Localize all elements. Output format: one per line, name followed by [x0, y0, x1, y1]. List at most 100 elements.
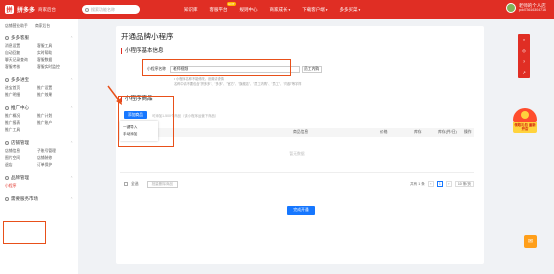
- brand-logo[interactable]: 拼 拼多多 商家后台: [0, 5, 70, 14]
- highlight-goods-section: [118, 96, 174, 147]
- nav-rules[interactable]: 规则中心: [240, 7, 258, 13]
- chevron-down-icon: ▾: [325, 7, 328, 12]
- highlight-brand-menu: [3, 221, 46, 244]
- page-size-select[interactable]: 10 条/页: [454, 181, 474, 187]
- user-id: pdd73616304716: [518, 8, 546, 12]
- sidebar-section-promotion: 推广中心 ⌃ 推广概况 推广计划 推广报表 推广账户 推广工具: [5, 105, 73, 134]
- highlight-name-field: [142, 59, 291, 76]
- sidebar-item[interactable]: 店铺装修: [37, 156, 69, 161]
- nav-download[interactable]: 下载客户端▾: [302, 7, 327, 13]
- chevron-down-icon: ▾: [358, 7, 361, 12]
- sidebar-section-brand: 品牌管理 ⌃ 小程序: [5, 175, 73, 190]
- sidebar-section-title[interactable]: 推广中心: [11, 105, 29, 111]
- avatar: [505, 3, 516, 13]
- sidebar-link-backend[interactable]: 商家后台: [35, 24, 65, 29]
- chevron-up-icon[interactable]: ⌃: [70, 197, 73, 201]
- search-input[interactable]: 搜索功能名称: [82, 5, 140, 14]
- sidebar-item[interactable]: 消息设置: [5, 44, 37, 49]
- nav-customer-service[interactable]: 客服平台 HOT: [210, 1, 236, 13]
- chevron-up-icon[interactable]: ⌃: [70, 78, 73, 82]
- sidebar-item[interactable]: 进宝首页: [5, 86, 37, 91]
- store-icon: [5, 141, 9, 145]
- sidebar-item-mini-program[interactable]: 小程序: [5, 184, 37, 189]
- sidebar-section-title[interactable]: 店铺管理: [11, 140, 29, 146]
- hot-badge: HOT: [227, 1, 236, 6]
- col-actions: 操作: [464, 130, 472, 134]
- search-placeholder: 搜索功能名称: [91, 6, 115, 12]
- sidebar-item[interactable]: 客服考核: [5, 65, 37, 70]
- help-icon[interactable]: ?: [523, 59, 525, 64]
- sidebar-item[interactable]: 子账号管理: [37, 149, 69, 154]
- sidebar-item[interactable]: 客服实时监控: [37, 65, 69, 70]
- sidebar-item[interactable]: 客服数据: [37, 58, 69, 63]
- select-all-checkbox[interactable]: [124, 182, 128, 186]
- submit-button[interactable]: 完成开通: [287, 206, 315, 215]
- share-icon[interactable]: ↗: [522, 70, 525, 75]
- page-title: 开通品牌小程序: [121, 32, 174, 41]
- chart-icon: [5, 106, 9, 110]
- target-icon[interactable]: ◎: [522, 48, 526, 53]
- coin-icon: [5, 78, 9, 82]
- pager-total: 共有 1 条: [410, 181, 425, 186]
- empty-text: 暂无数据: [289, 152, 305, 156]
- pager-current[interactable]: 1: [436, 181, 443, 187]
- name-suffix: 员工内购: [301, 66, 322, 73]
- pdd-logo-icon: 拼: [5, 5, 14, 14]
- search-icon: [85, 7, 89, 12]
- sidebar-item[interactable]: 推广设置: [37, 86, 69, 91]
- batch-delete-button[interactable]: 批量删除商品: [146, 180, 179, 188]
- select-all-label: 全选: [131, 181, 139, 186]
- top-nav: 知识库 客服平台 HOT 规则中心 商家成长▾ 下载客户端▾ 多多买菜▾: [184, 1, 372, 13]
- nav-grocery[interactable]: 多多买菜▾: [340, 7, 361, 13]
- chevron-up-icon[interactable]: ⌃: [70, 176, 73, 180]
- section-title-basic: 小程序基本信息: [121, 48, 164, 54]
- sidebar-item[interactable]: 推广工具: [5, 128, 37, 133]
- chevron-up-icon[interactable]: ⌃: [70, 36, 73, 40]
- chevron-up-icon[interactable]: ⌃: [70, 106, 73, 110]
- nav-knowledge[interactable]: 知识库: [184, 7, 198, 13]
- sidebar-section-title[interactable]: 品牌管理: [11, 175, 29, 181]
- sidebar-item[interactable]: 推广明细: [5, 93, 37, 98]
- sidebar-item[interactable]: 店铺信息: [5, 149, 37, 154]
- sidebar-item[interactable]: 推广账户: [37, 121, 69, 126]
- sidebar-item[interactable]: 聊天记录查询: [5, 58, 37, 63]
- annotation-arrow-icon: [107, 85, 122, 105]
- sidebar-section-title[interactable]: 需要服务市场: [11, 196, 38, 202]
- sidebar-item[interactable]: 推广效果: [37, 93, 69, 98]
- nav-growth[interactable]: 商家成长▾: [270, 7, 291, 13]
- promo-text: 领取礼包 重新开店: [513, 122, 537, 133]
- gift-icon: [521, 111, 529, 119]
- col-price: 价格: [380, 130, 388, 134]
- user-menu[interactable]: 老师的个人店 pdd73616304716: [505, 3, 546, 13]
- sidebar-item[interactable]: 实时帮助: [37, 51, 69, 56]
- mail-icon: ✉: [527, 239, 534, 245]
- app-subtitle: 商家后台: [38, 6, 57, 12]
- market-icon: [5, 197, 9, 201]
- sidebar-item[interactable]: 客服工具: [37, 44, 69, 49]
- sidebar-item[interactable]: 自动回复: [5, 51, 37, 56]
- sidebar-link-assistant[interactable]: 店铺营业助手: [5, 24, 35, 29]
- sidebar-section-title[interactable]: 多多进宝: [11, 77, 29, 83]
- pagination: 共有 1 条 ‹ 1 › 10 条/页: [410, 181, 474, 187]
- promo-widget[interactable]: 领取礼包 重新开店: [513, 108, 537, 142]
- table-footer: 全选 批量删除商品 共有 1 条 ‹ 1 › 10 条/页: [124, 180, 474, 188]
- side-toolbar: × ◎ ? ↗: [518, 34, 530, 78]
- close-icon[interactable]: ×: [523, 37, 525, 42]
- chevron-right-icon[interactable]: ›: [445, 181, 452, 187]
- sidebar-section-title[interactable]: 多多客服: [11, 35, 29, 41]
- sidebar-item[interactable]: 图片空间: [5, 156, 37, 161]
- chevron-up-icon[interactable]: ⌃: [70, 141, 73, 145]
- sidebar-section-jinbao: 多多进宝 ⌃ 进宝首页 推广设置 推广明细 推广效果: [5, 77, 73, 99]
- top-bar: 拼 拼多多 商家后台 搜索功能名称 知识库 客服平台 HOT 规则中心 商家成长▾…: [0, 0, 554, 19]
- app-name: 拼多多: [17, 8, 36, 14]
- col-daily-stock: 库存(件/日): [438, 130, 457, 134]
- brand-icon: [5, 176, 9, 180]
- sidebar-item[interactable]: 推广计划: [37, 114, 69, 119]
- sidebar-item[interactable]: 退店: [5, 163, 37, 168]
- sidebar-item[interactable]: 订单保护: [37, 163, 69, 168]
- chat-button[interactable]: ✉: [524, 235, 537, 248]
- sidebar-item[interactable]: 推广报表: [5, 121, 37, 126]
- sidebar-item[interactable]: 推广概况: [5, 114, 37, 119]
- col-goods-info: 商品信息: [293, 130, 309, 134]
- chevron-left-icon[interactable]: ‹: [427, 181, 434, 187]
